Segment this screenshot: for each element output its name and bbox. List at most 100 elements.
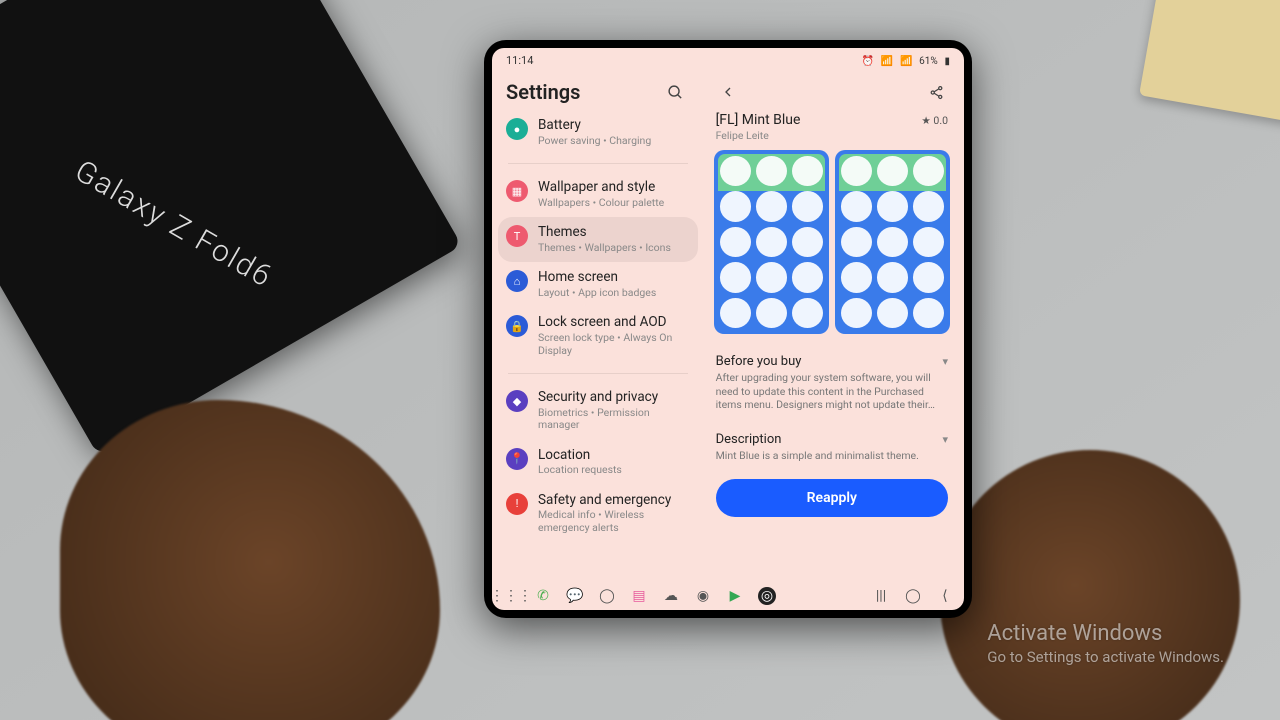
emergency-icon: ! (506, 493, 528, 515)
sidebar-item-battery[interactable]: ● Battery Power saving • Charging (498, 110, 698, 155)
sidebar-item-security[interactable]: ◆ Security and privacy Biometrics • Perm… (498, 382, 698, 440)
share-icon[interactable] (922, 78, 950, 106)
sidebar-item-home-screen[interactable]: ⌂ Home screen Layout • App icon badges (498, 262, 698, 307)
notes-app-icon[interactable]: ▤ (630, 587, 648, 605)
divider (508, 373, 688, 374)
preview-icon (792, 298, 823, 328)
section-title: Description (716, 432, 782, 447)
hand-right (940, 450, 1240, 720)
sidebar-item-label: Battery (538, 118, 651, 134)
preview-icon (841, 156, 872, 186)
preview-icon (841, 191, 872, 221)
browser-app-icon[interactable]: ◯ (598, 587, 616, 605)
preview-icon (792, 156, 823, 186)
settings-list[interactable]: ● Battery Power saving • Charging ▦ Wall… (492, 110, 704, 582)
chevron-down-icon[interactable]: ▾ (942, 433, 948, 446)
sidebar-item-label: Location (538, 448, 622, 464)
watermark-line1: Activate Windows (987, 621, 1224, 646)
sidebar-item-sub: Wallpapers • Colour palette (538, 197, 664, 210)
screen: 11:14 ⏰ 📶 📶 61% ▮ Settings (492, 48, 964, 610)
weather-app-icon[interactable]: ☁ (662, 587, 680, 605)
themes-app-icon[interactable]: ◎ (758, 587, 776, 605)
chevron-down-icon[interactable]: ▾ (942, 355, 948, 368)
nav-home-icon[interactable]: ◯ (904, 587, 922, 605)
play-store-icon[interactable]: ▶ (726, 587, 744, 605)
preview-icon (913, 262, 944, 292)
preview-icon (792, 227, 823, 257)
preview-icon (720, 227, 751, 257)
preview-icon (877, 298, 908, 328)
phone-frame: 11:14 ⏰ 📶 📶 61% ▮ Settings (484, 40, 972, 618)
sidebar-labels: Home screen Layout • App icon badges (538, 270, 656, 299)
sidebar-item-label: Security and privacy (538, 390, 690, 406)
theme-preview-2[interactable] (835, 150, 950, 334)
alarm-icon: ⏰ (862, 56, 874, 67)
sidebar-item-sub: Location requests (538, 464, 622, 477)
preview-icon (841, 262, 872, 292)
messages-app-icon[interactable]: 💬 (566, 587, 584, 605)
theme-heading: [FL] Mint Blue ★ 0.0 Felipe Leite (708, 110, 956, 148)
hand-left (60, 400, 440, 720)
description-section[interactable]: Description ▾ Mint Blue is a simple and … (708, 422, 956, 473)
preview-icon (720, 156, 751, 186)
sidebar-labels: Battery Power saving • Charging (538, 118, 651, 147)
lock-icon: 🔒 (506, 315, 528, 337)
section-body: Mint Blue is a simple and minimalist the… (716, 449, 948, 469)
sidebar-item-location[interactable]: 📍 Location Location requests (498, 440, 698, 485)
sidebar-item-label: Safety and emergency (538, 493, 690, 509)
preview-icon (877, 156, 908, 186)
sidebar-item-sub: Layout • App icon badges (538, 287, 656, 300)
sidebar-item-safety[interactable]: ! Safety and emergency Medical info • Wi… (498, 485, 698, 543)
wood-block (1139, 0, 1280, 123)
preview-icon (720, 298, 751, 328)
sidebar-item-wallpaper[interactable]: ▦ Wallpaper and style Wallpapers • Colou… (498, 172, 698, 217)
page-title: Settings (506, 80, 580, 104)
sidebar-item-lock-screen[interactable]: 🔒 Lock screen and AOD Screen lock type •… (498, 307, 698, 365)
preview-icon (913, 298, 944, 328)
preview-icon (792, 191, 823, 221)
sidebar-labels: Security and privacy Biometrics • Permis… (538, 390, 690, 432)
sidebar-item-themes[interactable]: T Themes Themes • Wallpapers • Icons (498, 217, 698, 262)
reapply-button[interactable]: Reapply (716, 479, 948, 517)
phone-app-icon[interactable]: ✆ (534, 587, 552, 605)
before-you-buy-section[interactable]: Before you buy ▾ After upgrading your sy… (708, 344, 956, 422)
divider (508, 163, 688, 164)
back-icon[interactable] (714, 78, 742, 106)
home-icon: ⌂ (506, 270, 528, 292)
search-icon[interactable] (662, 78, 690, 106)
sidebar-item-sub: Screen lock type • Always On Display (538, 332, 690, 357)
theme-preview-1[interactable] (714, 150, 829, 334)
sidebar-labels: Wallpaper and style Wallpapers • Colour … (538, 180, 664, 209)
preview-icon (877, 227, 908, 257)
product-box-text: Galaxy Z Fold6 (69, 153, 279, 294)
nav-back-icon[interactable]: ⟨ (936, 587, 954, 605)
wallpaper-icon: ▦ (506, 180, 528, 202)
preview-icon (913, 227, 944, 257)
preview-icon (756, 227, 787, 257)
nav-recents-icon[interactable]: ||| (872, 587, 890, 605)
theme-previews[interactable] (708, 148, 956, 344)
theme-header-bar (708, 72, 956, 110)
sidebar-item-sub: Power saving • Charging (538, 135, 651, 148)
preview-icon (841, 298, 872, 328)
product-box: Galaxy Z Fold6 (0, 0, 462, 456)
status-bar: 11:14 ⏰ 📶 📶 61% ▮ (492, 48, 964, 72)
battery-icon: ● (506, 118, 528, 140)
taskbar-apps: ⋮⋮⋮ ✆ 💬 ◯ ▤ ☁ ◉ ▶ ◎ (502, 587, 776, 605)
camera-app-icon[interactable]: ◉ (694, 587, 712, 605)
apps-grid-icon[interactable]: ⋮⋮⋮ (502, 587, 520, 605)
sidebar-item-sub: Themes • Wallpapers • Icons (538, 242, 671, 255)
theme-detail-pane: [FL] Mint Blue ★ 0.0 Felipe Leite (704, 72, 964, 582)
settings-pane: Settings ● Battery Power saving • Chargi… (492, 72, 704, 582)
location-icon: 📍 (506, 448, 528, 470)
sidebar-item-label: Lock screen and AOD (538, 315, 690, 331)
preview-icon (720, 262, 751, 292)
watermark-line2: Go to Settings to activate Windows. (987, 648, 1224, 666)
scene: Galaxy Z Fold6 11:14 ⏰ 📶 📶 61% ▮ (0, 0, 1280, 720)
windows-watermark: Activate Windows Go to Settings to activ… (987, 621, 1224, 666)
preview-icon (913, 156, 944, 186)
sidebar-item-sub: Medical info • Wireless emergency alerts (538, 509, 690, 534)
sidebar-item-label: Home screen (538, 270, 656, 286)
battery-icon: ▮ (944, 56, 950, 67)
sidebar-labels: Location Location requests (538, 448, 622, 477)
